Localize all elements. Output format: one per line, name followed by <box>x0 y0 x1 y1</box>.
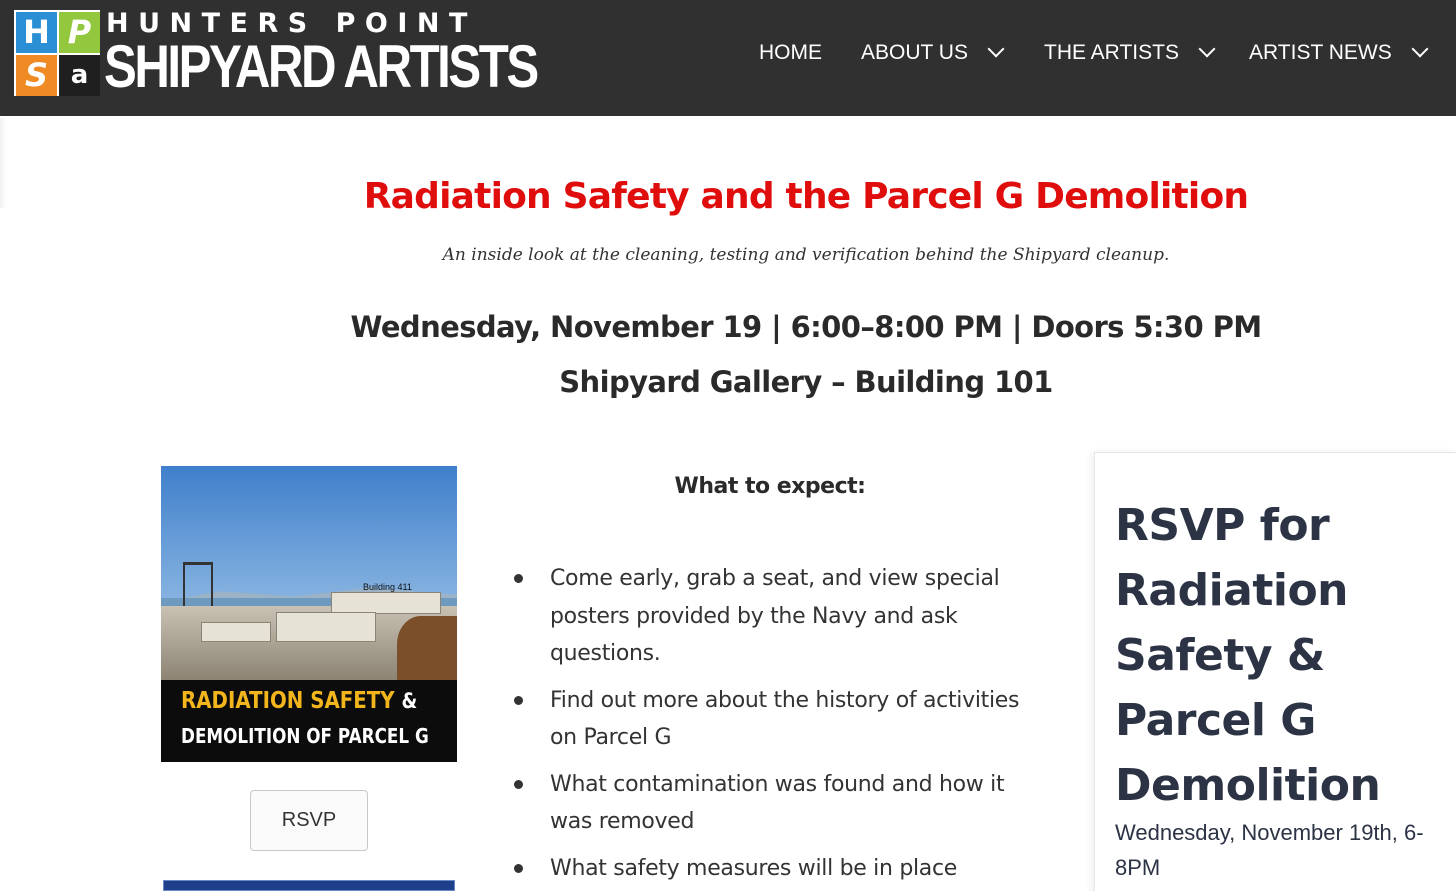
bullet-icon <box>514 863 523 873</box>
list-item-text: What contamination was found and how it … <box>550 771 1005 835</box>
list-item-text: Find out more about the history of activ… <box>550 687 1020 751</box>
poster-building <box>276 612 376 642</box>
logo-tile-s: S <box>16 55 57 96</box>
poster-building-411 <box>331 592 441 614</box>
second-poster-image[interactable] <box>163 880 455 891</box>
nav-about-us-label: ABOUT US <box>861 41 968 64</box>
nav-home[interactable]: HOME <box>759 38 822 68</box>
bullet-icon <box>514 695 523 705</box>
poster-building-label: Building 411 <box>363 582 412 592</box>
poster-title-line1: RADIATION SAFETY & <box>181 688 417 714</box>
event-poster-image[interactable]: Building 411 RADIATION SAFETY & DEMOLITI… <box>161 466 457 762</box>
rsvp-sidebar-date: Wednesday, November 19th, 6-8PM <box>1115 820 1424 880</box>
nav-the-artists-label: THE ARTISTS <box>1044 41 1179 64</box>
nav-home-label: HOME <box>759 41 822 64</box>
event-title: Radiation Safety and the Parcel G Demoli… <box>363 176 1249 217</box>
poster-tree <box>397 616 457 686</box>
event-subtitle: An inside look at the cleaning, testing … <box>442 245 1170 265</box>
rsvp-sidebar: RSVP for Radiation Safety & Parcel G Dem… <box>1094 452 1456 891</box>
bullet-icon <box>514 574 523 583</box>
poster-title-line1-text: RADIATION SAFETY <box>181 688 395 714</box>
list-item-text: What safety measures will be in place <box>550 855 958 881</box>
poster-title-line2: DEMOLITION OF PARCEL G <box>181 724 429 748</box>
poster-title-amp: & <box>401 689 418 713</box>
site-header: H P S a HUNTERS POINT SHIPYARD ARTISTS H… <box>0 0 1456 116</box>
what-to-expect-list: Come early, grab a seat, and view specia… <box>510 560 1030 891</box>
event-location: Shipyard Gallery – Building 101 <box>559 365 1053 399</box>
nav-artist-news[interactable]: ARTIST NEWS <box>1249 38 1429 68</box>
bullet-icon <box>514 779 523 789</box>
logo-tile-h: H <box>16 12 57 53</box>
logo-line-shipyard-artists: SHIPYARD ARTISTS <box>104 33 539 100</box>
list-item: What safety measures will be in place <box>510 850 1030 888</box>
list-item-text: Come early, grab a seat, and view specia… <box>550 566 1000 666</box>
event-date-time: Wednesday, November 19 | 6:00–8:00 PM | … <box>350 310 1263 344</box>
what-to-expect-heading: What to expect: <box>674 474 866 499</box>
nav-about-us[interactable]: ABOUT US <box>861 38 1005 68</box>
logo-tile-p: P <box>59 12 100 53</box>
list-item: What contamination was found and how it … <box>510 766 1030 841</box>
chevron-down-icon[interactable] <box>1411 40 1429 58</box>
poster-crane <box>183 562 213 612</box>
nav-artist-news-label: ARTIST NEWS <box>1249 41 1392 64</box>
chevron-down-icon[interactable] <box>987 40 1005 58</box>
logo-tile-a: a <box>59 55 100 96</box>
poster-building <box>201 622 271 642</box>
chevron-down-icon[interactable] <box>1198 40 1216 58</box>
list-item: Find out more about the history of activ… <box>510 682 1030 757</box>
list-item: Come early, grab a seat, and view specia… <box>510 560 1030 673</box>
nav-the-artists[interactable]: THE ARTISTS <box>1044 38 1216 68</box>
site-logo[interactable]: H P S a HUNTERS POINT SHIPYARD ARTISTS <box>14 8 539 98</box>
rsvp-sidebar-heading: RSVP for Radiation Safety & Parcel G Dem… <box>1115 500 1381 811</box>
logo-tiles: H P S a <box>14 10 100 96</box>
rsvp-button[interactable]: RSVP <box>250 790 368 851</box>
